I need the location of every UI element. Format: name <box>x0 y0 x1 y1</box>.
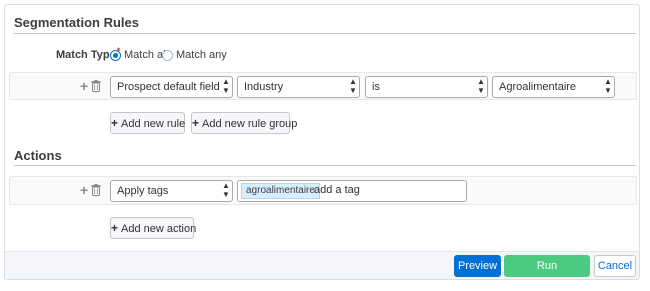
field-source-value: Prospect default field <box>117 81 220 93</box>
add-new-action-button[interactable]: + Add new action <box>110 217 197 239</box>
add-row-plus-icon[interactable]: + <box>80 79 88 93</box>
select-arrows-icon: ▲ ▼ <box>477 77 485 95</box>
cancel-button[interactable]: Cancel <box>594 255 636 277</box>
operator-value: is <box>372 81 380 93</box>
select-arrows-icon: ▲ ▼ <box>604 77 612 95</box>
add-new-rule-group-button[interactable]: + Add new rule group <box>191 112 297 134</box>
field-source-select[interactable]: Prospect default field ▲ ▼ <box>110 76 233 98</box>
section-divider <box>14 165 636 166</box>
field-select[interactable]: Industry ▲ ▼ <box>237 76 360 98</box>
add-new-rule-button[interactable]: + Add new rule <box>110 112 185 134</box>
action-type-select[interactable]: Apply tags ▲ ▼ <box>110 180 233 202</box>
select-arrows-icon: ▲ ▼ <box>349 77 357 95</box>
operator-select[interactable]: is ▲ ▼ <box>365 76 488 98</box>
actions-title: Actions <box>14 148 62 163</box>
tag-chip[interactable]: agroalimentaire <box>241 183 320 199</box>
run-segmentation-button[interactable]: Run Segmentation <box>504 255 590 291</box>
section-divider <box>14 33 636 34</box>
add-action-plus-icon[interactable]: + <box>80 183 88 197</box>
trash-icon[interactable] <box>91 184 101 196</box>
preview-button[interactable]: Preview <box>454 255 501 277</box>
tag-input-text[interactable]: add a tag <box>314 184 360 196</box>
match-all-radio[interactable] <box>110 50 121 61</box>
plus-icon: + <box>192 116 200 130</box>
match-any-radio[interactable] <box>162 50 173 61</box>
segmentation-panel: Segmentation Rules Match Type* Match all… <box>4 4 640 291</box>
trash-icon[interactable] <box>91 80 101 92</box>
value-select[interactable]: Agroalimentaire ▲ ▼ <box>492 76 615 98</box>
match-any-label: Match any <box>176 49 227 61</box>
add-new-rule-label: Add new rule <box>121 118 186 130</box>
plus-icon: + <box>111 221 119 235</box>
select-arrows-icon: ▲ ▼ <box>222 77 230 95</box>
select-arrows-icon: ▲ ▼ <box>222 181 230 199</box>
value-value: Agroalimentaire <box>499 81 577 93</box>
match-type-label-text: Match Type <box>56 49 116 61</box>
add-new-action-label: Add new action <box>121 223 197 235</box>
add-new-rule-group-label: Add new rule group <box>202 118 298 130</box>
segmentation-rules-title: Segmentation Rules <box>14 15 139 30</box>
action-type-value: Apply tags <box>117 185 169 197</box>
field-value: Industry <box>244 81 284 93</box>
tags-input[interactable]: agroalimentaire add a tag <box>237 180 467 202</box>
plus-icon: + <box>111 116 119 130</box>
